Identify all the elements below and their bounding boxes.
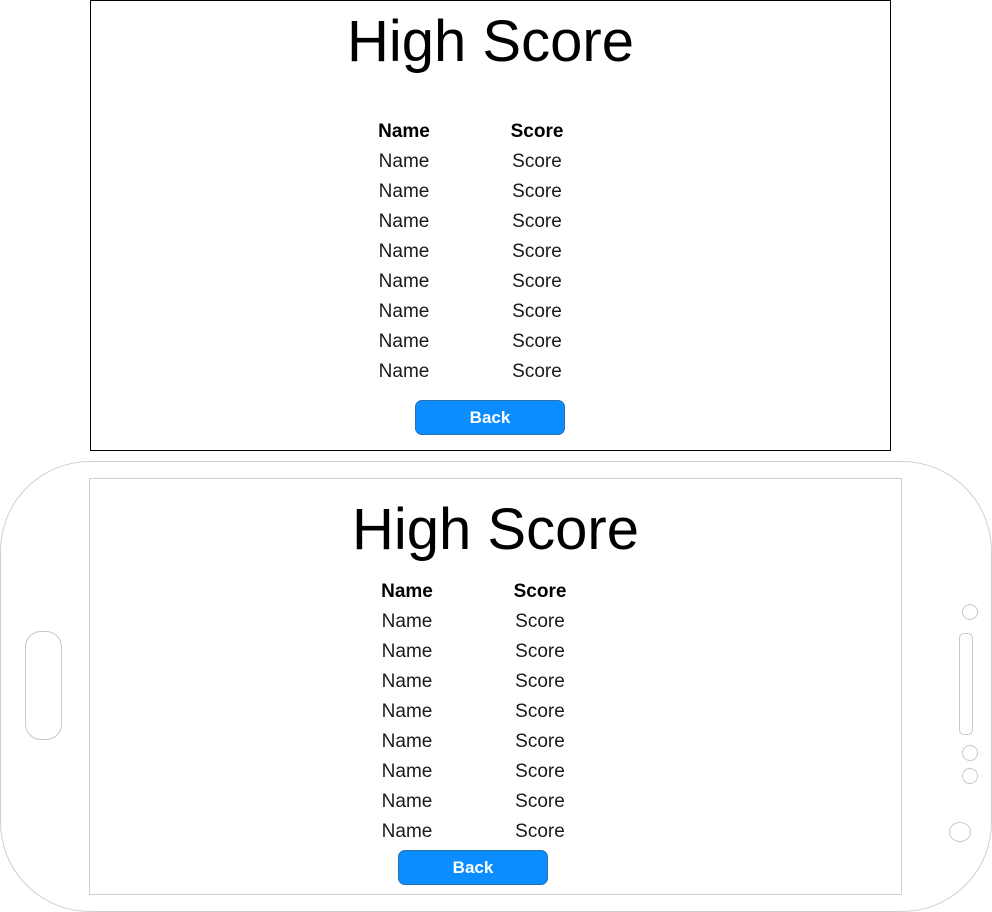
row-score: Score <box>515 791 565 812</box>
column-header-score: Score <box>510 121 564 142</box>
row-score: Score <box>512 151 562 172</box>
table-row: Name Score <box>372 667 612 697</box>
row-name: Name <box>381 791 433 812</box>
row-score: Score <box>512 301 562 322</box>
row-score: Score <box>512 271 562 292</box>
table-row: Name Score <box>369 177 609 207</box>
row-name: Name <box>378 151 430 172</box>
table-header-row: Name Score <box>369 117 609 147</box>
table-row: Name Score <box>372 727 612 757</box>
table-row: Name Score <box>369 267 609 297</box>
row-score: Score <box>515 701 565 722</box>
row-score: Score <box>512 331 562 352</box>
row-name: Name <box>378 301 430 322</box>
row-score: Score <box>515 641 565 662</box>
row-score: Score <box>512 211 562 232</box>
high-score-wireframe-panel: High Score Name Score Name Score Name Sc… <box>90 0 891 451</box>
column-header-name: Name <box>378 121 430 142</box>
table-row: Name Score <box>369 327 609 357</box>
row-name: Name <box>378 331 430 352</box>
row-name: Name <box>381 761 433 782</box>
camera-icon <box>962 604 978 620</box>
row-score: Score <box>515 671 565 692</box>
column-header-score: Score <box>513 581 567 602</box>
row-score: Score <box>515 761 565 782</box>
page-title: High Score <box>352 497 639 562</box>
high-score-table: Name Score Name Score Name Score Name Sc… <box>372 577 612 847</box>
row-name: Name <box>381 821 433 842</box>
table-header-row: Name Score <box>372 577 612 607</box>
row-score: Score <box>515 731 565 752</box>
column-header-name: Name <box>381 581 433 602</box>
row-name: Name <box>381 641 433 662</box>
row-name: Name <box>378 361 430 382</box>
page-title: High Score <box>347 9 634 74</box>
row-name: Name <box>381 701 433 722</box>
back-button[interactable]: Back <box>415 400 565 435</box>
table-row: Name Score <box>369 147 609 177</box>
speaker-icon <box>25 631 62 740</box>
side-button <box>959 633 973 735</box>
table-row: Name Score <box>369 207 609 237</box>
row-name: Name <box>381 611 433 632</box>
row-name: Name <box>381 731 433 752</box>
row-score: Score <box>515 611 565 632</box>
row-name: Name <box>378 241 430 262</box>
table-row: Name Score <box>369 297 609 327</box>
row-score: Score <box>515 821 565 842</box>
table-row: Name Score <box>372 817 612 847</box>
table-row: Name Score <box>369 237 609 267</box>
table-row: Name Score <box>372 697 612 727</box>
home-button-icon <box>949 822 971 842</box>
high-score-table: Name Score Name Score Name Score Name Sc… <box>369 117 609 387</box>
table-row: Name Score <box>372 637 612 667</box>
row-score: Score <box>512 241 562 262</box>
phone-screen: High Score Name Score Name Score Name Sc… <box>89 478 902 895</box>
sensor-icon <box>962 745 978 761</box>
row-name: Name <box>381 671 433 692</box>
row-name: Name <box>378 211 430 232</box>
row-score: Score <box>512 181 562 202</box>
row-name: Name <box>378 271 430 292</box>
back-button[interactable]: Back <box>398 850 548 885</box>
table-row: Name Score <box>372 607 612 637</box>
row-score: Score <box>512 361 562 382</box>
table-row: Name Score <box>372 757 612 787</box>
table-row: Name Score <box>372 787 612 817</box>
sensor-icon <box>962 768 978 784</box>
table-row: Name Score <box>369 357 609 387</box>
row-name: Name <box>378 181 430 202</box>
